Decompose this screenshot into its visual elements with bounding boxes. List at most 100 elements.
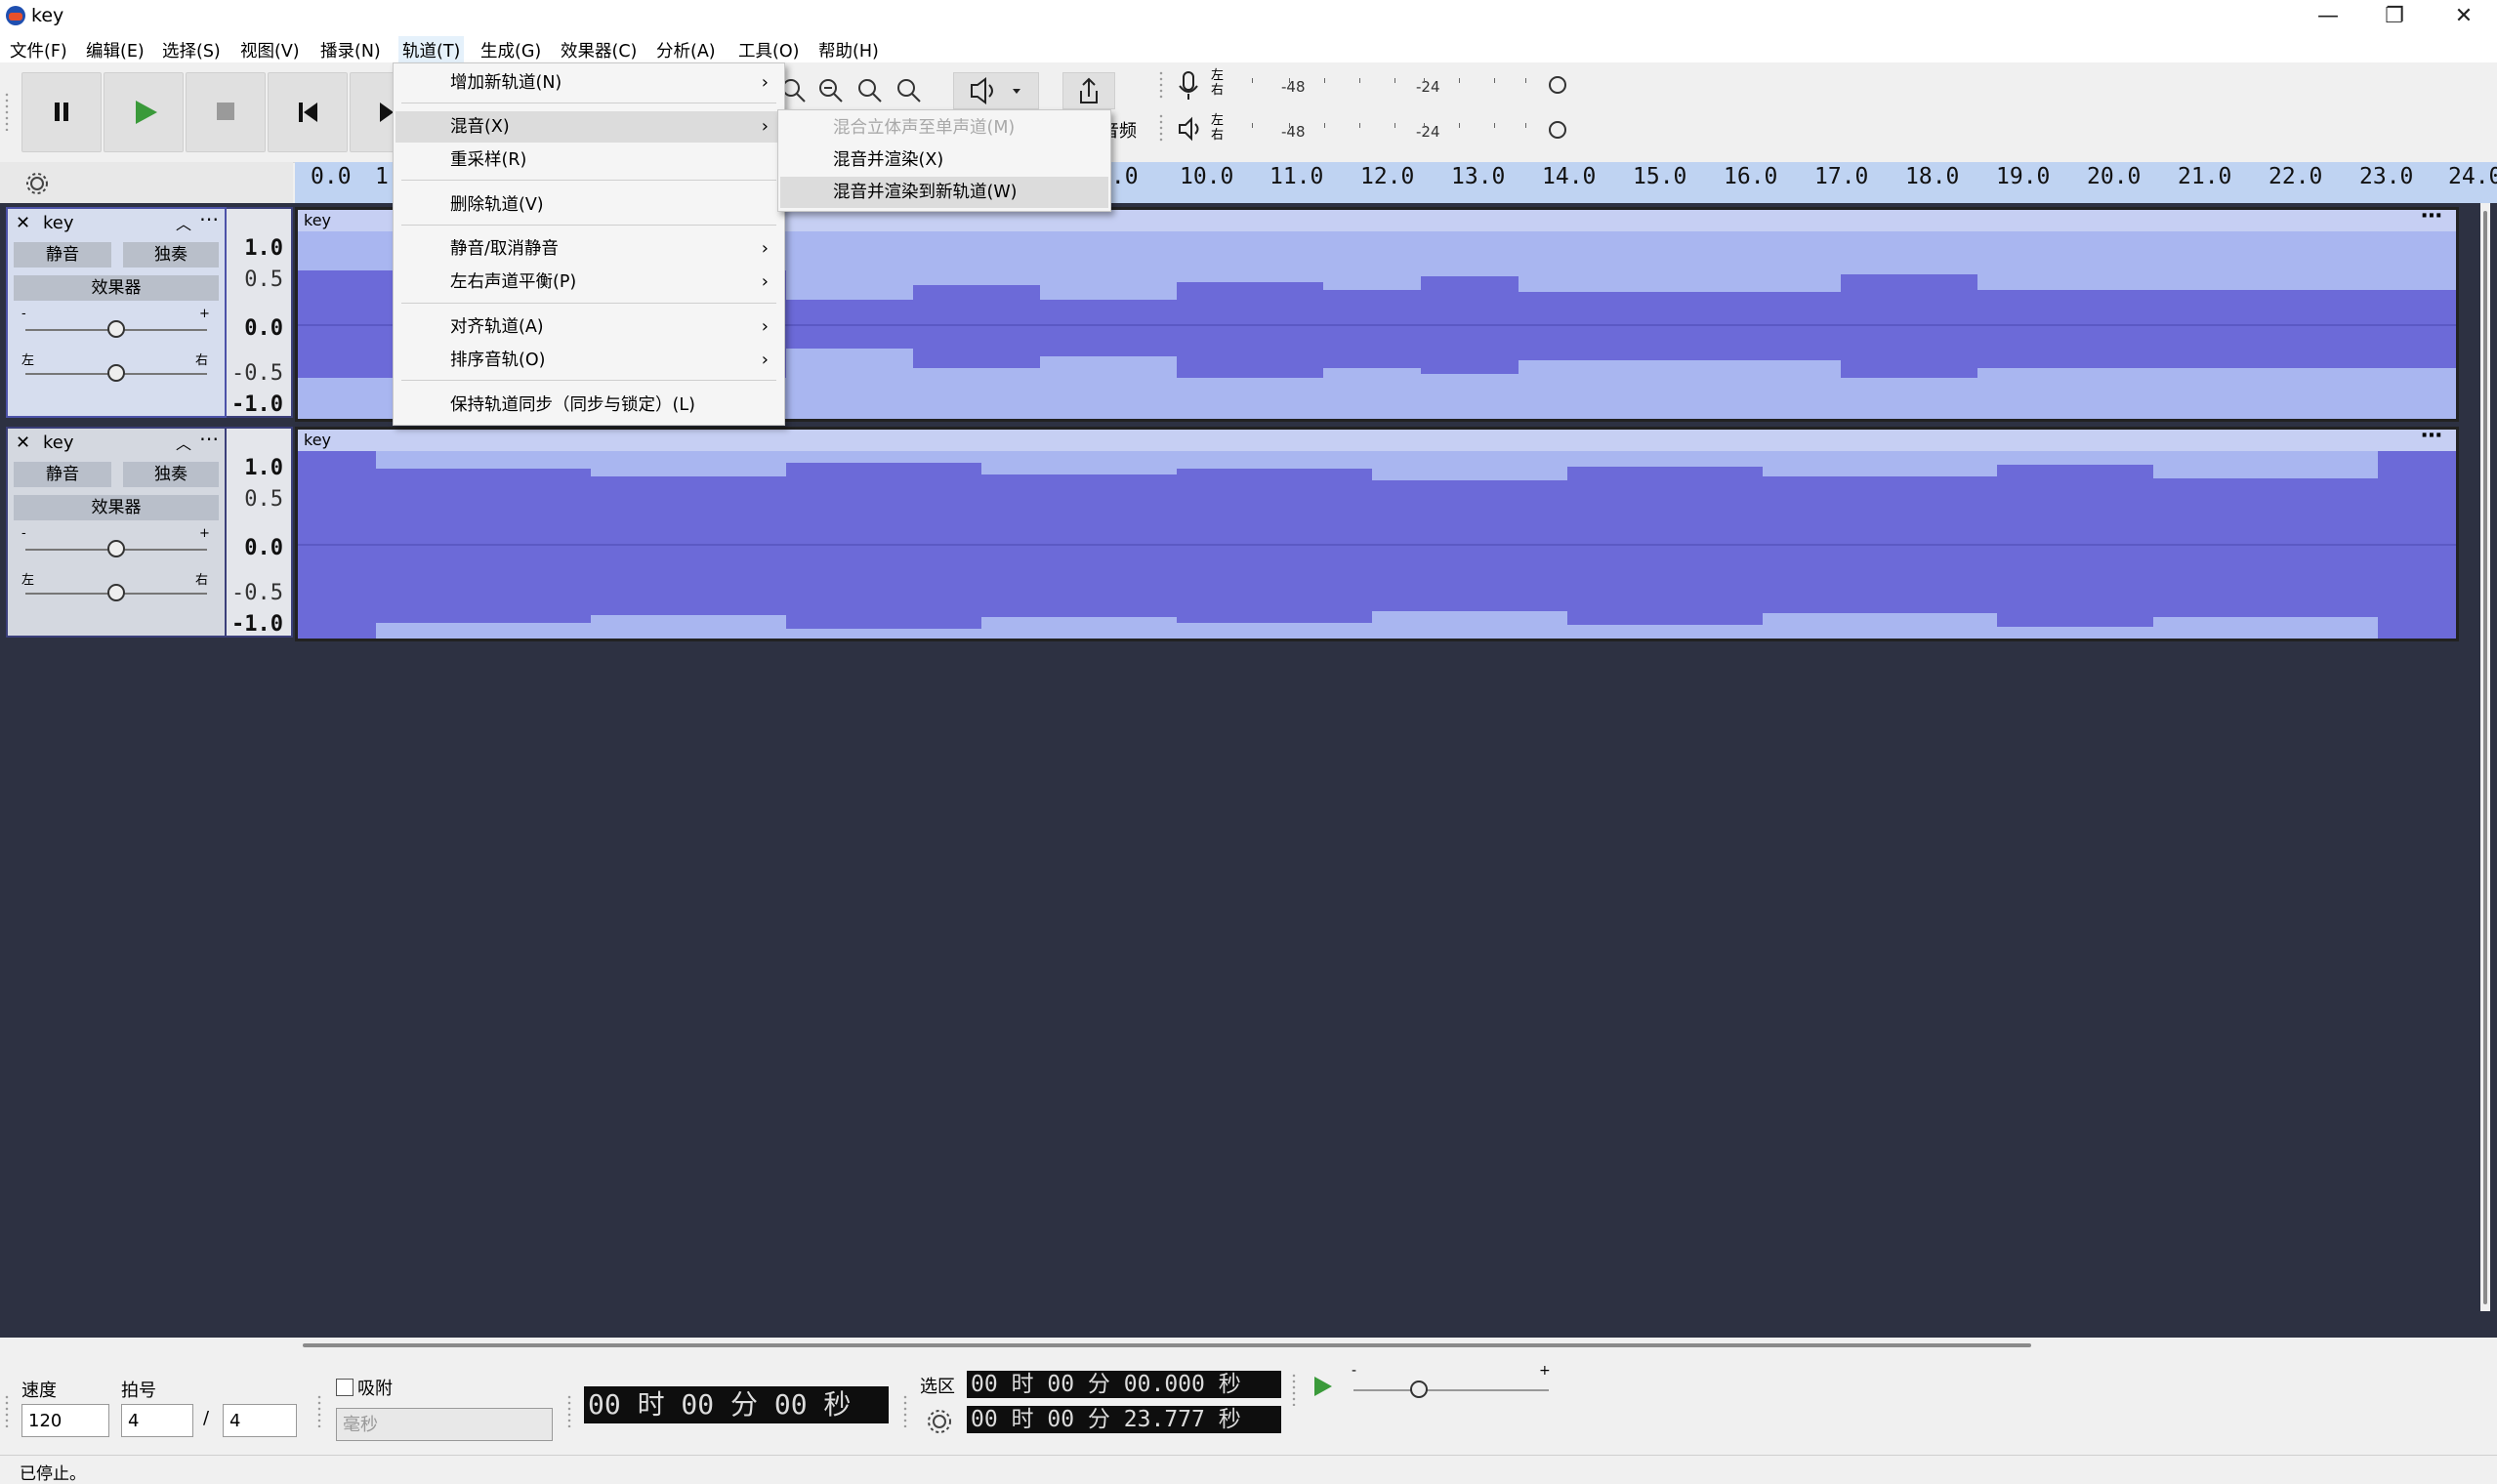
restore-button[interactable]: ❐ [2361, 0, 2428, 33]
menu-tools[interactable]: 工具(O) [734, 36, 803, 64]
speaker-icon[interactable] [1176, 115, 1205, 143]
menu-item-pan[interactable]: 左右声道平衡(P) › [395, 267, 782, 298]
menu-tracks[interactable]: 轨道(T) [398, 36, 465, 64]
selection-end-time[interactable]: 00 时 00 分 23.777 秒 [967, 1406, 1281, 1433]
solo-button[interactable]: 独奏 [123, 242, 219, 268]
skip-end-icon [380, 103, 394, 122]
clip-name: key [304, 431, 332, 449]
track-menu-icon[interactable]: ⋯ [199, 427, 219, 450]
playback-volume-knob-icon[interactable] [1547, 119, 1568, 141]
fit-project-icon[interactable] [893, 74, 924, 105]
effects-button[interactable]: 效果器 [14, 275, 219, 301]
time-display[interactable]: 00 时 00 分 00 秒 [584, 1386, 889, 1423]
track-name[interactable]: key [43, 213, 74, 233]
submenu-item-mix-and-render[interactable]: 混音并渲染(X) [780, 144, 1108, 176]
selection-start-time[interactable]: 00 时 00 分 00.000 秒 [967, 1371, 1281, 1398]
menu-item-remove-tracks[interactable]: 删除轨道(V) [395, 189, 782, 221]
menu-item-align-tracks[interactable]: 对齐轨道(A) › [395, 311, 782, 343]
horizontal-scrollbar-thumb[interactable] [303, 1343, 2031, 1347]
time-signature-denominator[interactable]: 4 [223, 1404, 297, 1437]
snap-checkbox[interactable] [336, 1379, 354, 1396]
meter-grip[interactable] [1158, 113, 1164, 143]
mute-button[interactable]: 静音 [14, 462, 111, 487]
menu-item-sort-tracks[interactable]: 排序音轨(O) › [395, 345, 782, 376]
clip-menu-icon[interactable]: ⋯ [2421, 204, 2442, 228]
solo-button[interactable]: 独奏 [123, 462, 219, 487]
track-control-panel[interactable]: ✕ key ︿ ⋯ 静音 独奏 效果器 - + 左 右 [6, 427, 227, 638]
mute-button[interactable]: 静音 [14, 242, 111, 268]
play-at-speed-icon[interactable] [1305, 1369, 1340, 1404]
menu-transport[interactable]: 播录(N) [316, 36, 385, 64]
track-menu-icon[interactable]: ⋯ [199, 207, 219, 230]
scale-label: -0.5 [231, 361, 283, 386]
menu-analyze[interactable]: 分析(A) [652, 36, 720, 64]
gear-icon[interactable] [23, 170, 51, 197]
pan-slider-knob[interactable] [107, 364, 125, 382]
gain-slider-knob[interactable] [107, 540, 125, 557]
menu-item-sync-lock[interactable]: 保持轨道同步（同步与锁定）(L) [395, 390, 782, 421]
track-control-panel[interactable]: ✕ key ︿ ⋯ 静音 独奏 效果器 - + 左 右 [6, 207, 227, 418]
audio-clip[interactable]: key ⋯ [295, 424, 2459, 641]
skip-to-start-button[interactable] [268, 72, 348, 152]
toolbar-grip[interactable] [902, 1394, 908, 1427]
skip-to-end-button[interactable] [350, 72, 395, 152]
meter-mark: -24 [1416, 78, 1440, 96]
toolbar-grip[interactable] [4, 1394, 10, 1427]
record-meter[interactable]: -48 -24 [1232, 70, 1555, 100]
pan-slider-knob[interactable] [107, 584, 125, 601]
play-button[interactable] [104, 72, 184, 152]
collapse-track-icon[interactable]: ︿ [176, 211, 191, 234]
menu-file[interactable]: 文件(F) [6, 36, 71, 64]
effects-button[interactable]: 效果器 [14, 495, 219, 520]
menu-item-add-new-track[interactable]: 增加新轨道(N) › [395, 67, 782, 99]
menu-select[interactable]: 选择(S) [158, 36, 225, 64]
vertical-scale[interactable]: 1.0 0.5 0.0 -0.5 -1.0 [227, 207, 293, 418]
zoom-out-icon[interactable] [814, 74, 846, 105]
playback-meter[interactable]: -48 -24 [1232, 115, 1555, 144]
ruler-label: 10.0 [1180, 164, 1234, 189]
menu-item-resample[interactable]: 重采样(R) [395, 144, 782, 176]
toolbar-grip[interactable] [1291, 1373, 1297, 1406]
close-button[interactable]: ✕ [2431, 0, 2497, 33]
menu-edit[interactable]: 编辑(E) [82, 36, 148, 64]
playback-speed-slider[interactable] [1353, 1389, 1549, 1391]
collapse-track-icon[interactable]: ︿ [176, 431, 191, 454]
tempo-input[interactable]: 120 [21, 1404, 109, 1437]
gain-slider-knob[interactable] [107, 320, 125, 338]
stop-button[interactable] [186, 72, 266, 152]
vertical-scale[interactable]: 1.0 0.5 0.0 -0.5 -1.0 [227, 427, 293, 638]
selection-settings-gear-icon[interactable] [922, 1404, 957, 1439]
ruler-label: 14.0 [1542, 164, 1597, 189]
playback-speed-knob[interactable] [1410, 1381, 1428, 1398]
toolbar-grip[interactable] [566, 1394, 572, 1427]
pause-button[interactable] [21, 72, 102, 152]
fit-selection-icon[interactable] [853, 74, 885, 105]
toolbar-grip[interactable] [316, 1394, 322, 1427]
time-signature-numerator[interactable]: 4 [121, 1404, 193, 1437]
record-volume-knob-icon[interactable] [1547, 74, 1568, 96]
menu-view[interactable]: 视图(V) [236, 36, 304, 64]
close-track-icon[interactable]: ✕ [16, 213, 30, 233]
microphone-icon[interactable] [1176, 70, 1201, 102]
menu-item-mute-unmute[interactable]: 静音/取消静音 › [395, 233, 782, 265]
close-track-icon[interactable]: ✕ [16, 433, 30, 453]
clip-header[interactable]: key ⋯ [298, 424, 2456, 451]
ruler-label: 21.0 [2178, 164, 2232, 189]
toolbar-grip[interactable] [4, 92, 10, 131]
menu-item-mix[interactable]: 混音(X) › [395, 111, 782, 143]
submenu-item-mix-and-render-new-track[interactable]: 混音并渲染到新轨道(W) [780, 177, 1108, 208]
clip-menu-icon[interactable]: ⋯ [2421, 424, 2442, 448]
menu-help[interactable]: 帮助(H) [814, 36, 883, 64]
share-audio-button[interactable] [1062, 72, 1115, 109]
minimize-button[interactable]: — [2295, 0, 2361, 33]
menu-generate[interactable]: 生成(G) [477, 36, 545, 64]
window-title: key [31, 5, 64, 26]
meter-grip[interactable] [1158, 70, 1164, 100]
pan-right-label: 右 [195, 353, 209, 368]
menu-effect[interactable]: 效果器(C) [557, 36, 641, 64]
track-name[interactable]: key [43, 433, 74, 453]
vertical-scrollbar-thumb[interactable] [2483, 211, 2487, 1304]
audio-setup-button[interactable] [953, 72, 1039, 109]
snap-unit-select[interactable]: 毫秒 [336, 1408, 553, 1441]
scale-label: -0.5 [231, 581, 283, 605]
